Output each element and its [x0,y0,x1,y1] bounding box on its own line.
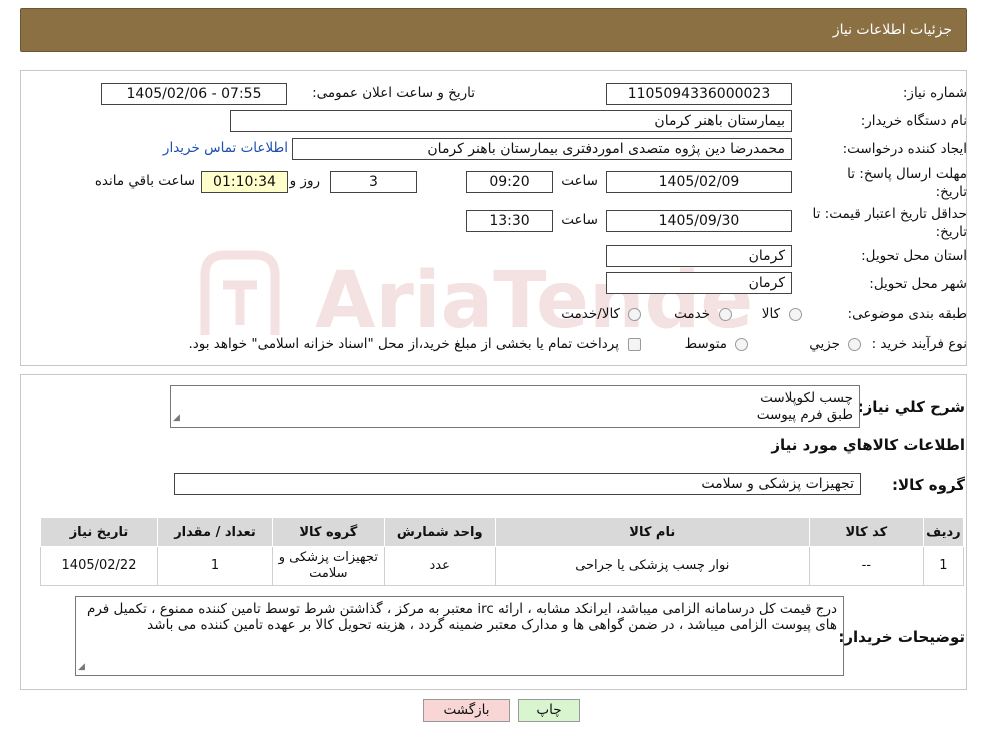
summary-line-1: چسب لکوپلاست [760,390,853,406]
buyer-notes-textarea[interactable]: درج قیمت کل درسامانه الزامی میباشد، ایرا… [75,596,844,676]
goods-table: ردیف کد کالا نام کالا واحد شمارش گروه کا… [40,517,965,586]
city-field: کرمان [606,272,792,294]
announce-label: تاریخ و ساعت اعلان عمومی: [312,85,475,101]
cell-code: -- [808,546,924,586]
page-title: جزئیات اطلاعات نیاز [832,22,952,38]
cell-group: تجهیزات پزشکی و سلامت [271,546,385,586]
category-radio-both[interactable] [628,308,641,321]
cell-name: نوار چسب پزشکی یا جراحی [494,546,810,586]
process-label: نوع فرآیند خرید : [871,336,967,352]
deadline-time-field: 09:20 [466,171,553,193]
summary-label: شرح کلي نياز: [857,398,965,416]
goods-table-header: ردیف کد کالا نام کالا واحد شمارش گروه کا… [40,517,965,547]
buyer-org-field: بیمارستان باهنر کرمان [230,110,792,132]
summary-textarea[interactable]: چسب لکوپلاست طبق فرم پیوست ◢ [170,385,860,428]
city-label: شهر محل تحویل: [869,276,967,292]
creator-field: محمدرضا دین پژوه متصدی اموردفتری بیمارست… [292,138,792,160]
buyer-notes-label: توضیحات خریدار: [838,628,965,646]
category-option-both: کالا/خدمت [561,306,620,322]
days-field: 3 [330,171,417,193]
validity-time-field: 13:30 [466,210,553,232]
watermark-text: AriaTender.neT [315,256,755,345]
process-radio-partial[interactable] [848,338,861,351]
back-button[interactable]: بازگشت [423,699,510,722]
col-unit: واحد شمارش [383,517,496,547]
category-label: طبقه بندی موضوعی: [847,306,967,322]
category-radio-service[interactable] [719,308,732,321]
col-code: کد کالا [808,517,924,547]
treasury-checkbox[interactable] [628,338,641,351]
table-row: 1 -- نوار چسب پزشکی یا جراحی عدد تجهیزات… [40,546,965,586]
goods-group-field: تجهیزات پزشکی و سلامت [174,473,861,495]
buyer-contact-link[interactable]: اطلاعات تماس خریدار [163,140,288,156]
buyer-org-label: نام دستگاه خریدار: [860,113,967,129]
need-number-label: شماره نیاز: [902,85,967,101]
need-number-field: 1105094336000023 [606,83,792,105]
deadline-date-field: 1405/02/09 [606,171,792,193]
buyer-notes-text: درج قیمت کل درسامانه الزامی میباشد، ایرا… [86,601,837,633]
summary-line-2: طبق فرم پیوست [756,407,853,423]
remaining-time-field: 01:10:34 [201,171,288,193]
deadline-label: مهلت ارسال پاسخ: تا تاریخ: [847,166,967,200]
process-note: پرداخت تمام یا بخشی از مبلغ خرید،از محل … [188,336,619,352]
creator-label: ایجاد کننده درخواست: [842,141,967,157]
cell-qty: 1 [157,546,273,586]
goods-group-label: گروه کالا: [892,476,965,494]
validity-time-word: ساعت [561,212,598,228]
process-option-medium: متوسط [684,336,727,352]
resize-handle-icon[interactable]: ◢ [173,410,180,427]
cell-unit: عدد [383,546,496,586]
cell-date: 1405/02/22 [40,546,158,586]
category-option-goods: کالا [761,306,780,322]
col-row: ردیف [922,517,965,547]
col-date: تاریخ نیاز [40,517,158,547]
validity-label: حداقل تاریخ اعتبار قیمت: تا تاریخ: [812,206,967,240]
cell-row: 1 [922,546,965,586]
validity-date-field: 1405/09/30 [606,210,792,232]
goods-section-title: اطلاعات کالاهاي مورد نياز [771,436,965,454]
col-qty: تعداد / مقدار [157,517,273,547]
province-field: کرمان [606,245,792,267]
process-option-partial: جزیي [809,336,840,352]
col-group: گروه کالا [271,517,385,547]
announce-field: 1405/02/06 - 07:55 [101,83,287,105]
print-button[interactable]: چاپ [518,699,580,722]
page-header: جزئیات اطلاعات نیاز [20,8,967,52]
col-name: نام کالا [494,517,810,547]
process-radio-medium[interactable] [735,338,748,351]
province-label: استان محل تحویل: [861,248,967,264]
remaining-word: ساعت باقي مانده [94,173,195,189]
days-word: روز و [289,173,320,189]
category-radio-goods[interactable] [789,308,802,321]
category-option-service: خدمت [674,306,710,322]
notes-resize-handle-icon[interactable]: ◢ [78,659,85,675]
deadline-time-word: ساعت [561,173,598,189]
